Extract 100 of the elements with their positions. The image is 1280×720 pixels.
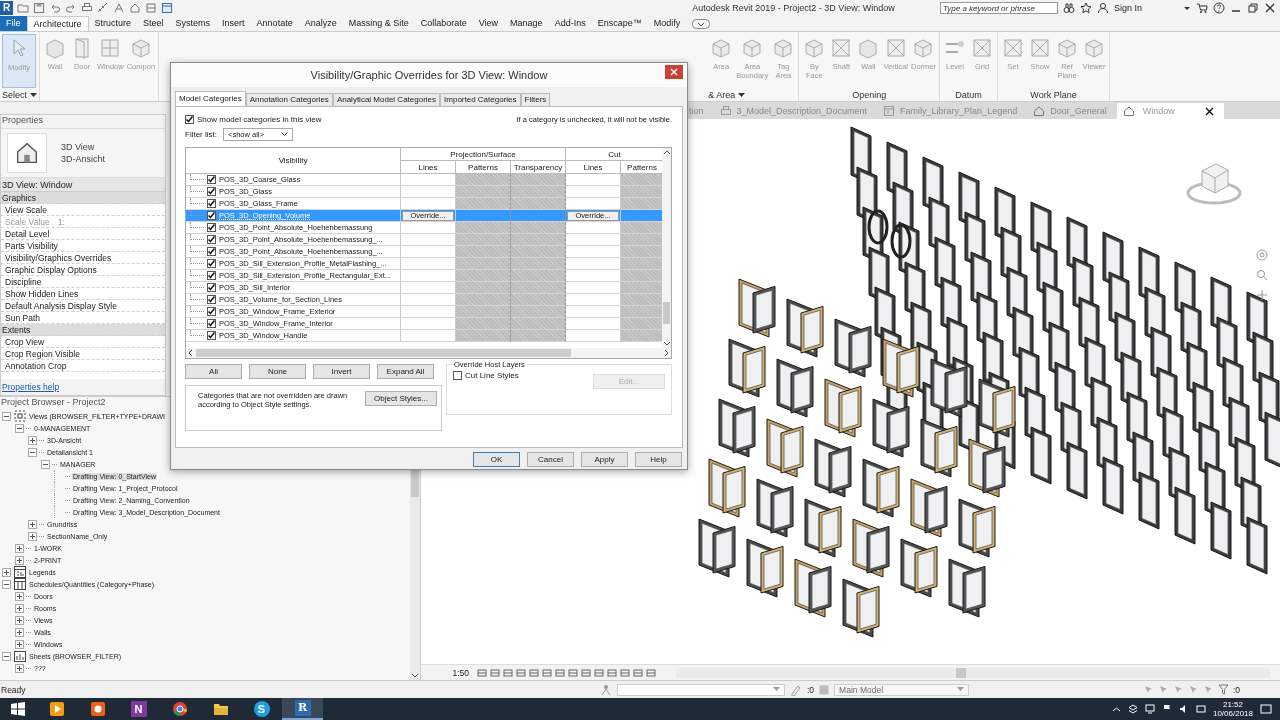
help-icon[interactable] — [1213, 2, 1225, 14]
expand-toggle[interactable] — [28, 447, 37, 457]
app-icon[interactable]: N — [130, 701, 147, 717]
view-scale[interactable]: 1:50 — [421, 667, 477, 678]
checkbox[interactable] — [207, 283, 216, 292]
view-control-icon[interactable] — [581, 667, 591, 678]
redo-icon[interactable] — [65, 2, 77, 14]
dialog-tab[interactable]: Filters — [520, 93, 551, 106]
scrollbar[interactable] — [676, 667, 1270, 678]
filter-icon[interactable] — [1217, 684, 1229, 695]
scrollbar[interactable] — [662, 148, 671, 348]
view-control-icon[interactable] — [568, 667, 578, 678]
checkbox[interactable] — [207, 247, 216, 256]
button[interactable]: Apply — [581, 452, 628, 467]
view-control-icon[interactable] — [477, 667, 487, 678]
pan-icon[interactable] — [1256, 289, 1268, 301]
column-header[interactable]: Lines — [401, 161, 456, 174]
scroll-thumb[interactable] — [663, 302, 670, 324]
ribbon-tab[interactable]: Add-Ins — [548, 16, 592, 31]
scroll-thumb[interactable] — [196, 349, 571, 357]
dropbox-icon[interactable] — [1127, 704, 1138, 714]
checkbox[interactable] — [453, 371, 462, 380]
view-control-icon[interactable] — [646, 667, 656, 678]
print-icon[interactable] — [81, 2, 93, 14]
checkbox[interactable] — [207, 199, 216, 208]
view-control-icon[interactable] — [594, 667, 604, 678]
recorder-icon[interactable] — [89, 701, 106, 717]
measure-icon[interactable] — [97, 2, 109, 14]
expand-toggle[interactable] — [15, 423, 24, 433]
ribbon-tab[interactable]: Annotate — [250, 16, 299, 31]
expand-toggle[interactable] — [2, 411, 11, 421]
view-control-icon[interactable] — [555, 667, 565, 678]
ribbon-tab[interactable]: Structure — [88, 16, 138, 31]
scroll-thumb[interactable] — [411, 469, 419, 497]
checkbox[interactable] — [185, 114, 194, 124]
checkbox[interactable] — [207, 307, 216, 316]
scroll-thumb[interactable] — [956, 667, 966, 678]
binoculars-icon[interactable] — [1062, 2, 1075, 14]
button[interactable]: OK — [473, 452, 520, 467]
view-control-icon[interactable] — [516, 667, 526, 678]
checkbox[interactable] — [207, 319, 216, 328]
expand-toggle[interactable] — [15, 615, 24, 625]
ribbon-tab[interactable]: Insert — [216, 16, 251, 31]
ribbon-tab[interactable]: Modify — [647, 16, 687, 31]
folder-icon[interactable] — [212, 701, 229, 717]
checkbox[interactable] — [207, 211, 216, 220]
button[interactable]: Cancel — [527, 452, 574, 467]
house-icon[interactable] — [129, 2, 141, 14]
text-icon[interactable] — [113, 2, 125, 14]
column-header[interactable]: Lines — [566, 161, 621, 174]
network-icon[interactable] — [1144, 704, 1155, 714]
ribbon-panel-title[interactable]: & Area — [708, 88, 797, 101]
ribbon-tab[interactable]: File — [0, 16, 27, 31]
column-header[interactable]: Transparency — [511, 161, 566, 174]
ribbon-tab[interactable]: Analyze — [298, 16, 343, 31]
scrollbar[interactable] — [186, 348, 671, 358]
window-switch-icon[interactable] — [161, 2, 173, 14]
view-control-icon[interactable] — [607, 667, 617, 678]
view-control-icon[interactable] — [529, 667, 539, 678]
save-icon[interactable] — [33, 2, 45, 14]
button[interactable]: None — [249, 364, 306, 379]
button[interactable]: All — [185, 364, 242, 379]
expand-toggle[interactable] — [15, 627, 24, 637]
sign-in-link[interactable]: Sign In — [1113, 3, 1142, 13]
checkbox[interactable] — [207, 235, 216, 244]
cart-icon[interactable] — [1196, 2, 1208, 14]
property-group[interactable]: Extents — [1, 323, 165, 336]
expand-toggle[interactable] — [28, 531, 37, 541]
expand-toggle[interactable] — [28, 435, 37, 445]
keyboard-icon[interactable] — [1195, 704, 1206, 714]
checkbox[interactable] — [207, 187, 216, 196]
dialog-tab[interactable]: Imported Categories — [440, 93, 521, 106]
dialog-tab[interactable]: Analytical Model Categories — [332, 93, 441, 106]
expand-toggle[interactable] — [2, 567, 11, 577]
help-link[interactable]: Properties help — [1, 379, 165, 395]
checkbox[interactable] — [207, 223, 216, 232]
expand-toggle[interactable] — [41, 459, 50, 469]
ribbon-tab[interactable]: Manage — [504, 16, 549, 31]
expand-toggle[interactable] — [28, 519, 37, 529]
view-control-icon[interactable] — [620, 667, 630, 678]
ribbon-tab[interactable]: Steel — [137, 16, 170, 31]
ribbon-panel-title[interactable]: Opening — [801, 88, 937, 101]
restore-icon[interactable] — [1247, 2, 1259, 14]
scrollbar[interactable] — [410, 469, 420, 680]
checkbox[interactable] — [207, 295, 216, 304]
panel-toggle-icon[interactable] — [692, 18, 711, 29]
player-icon[interactable] — [48, 701, 65, 717]
notification-icon[interactable] — [1260, 703, 1272, 715]
app-logo[interactable]: R — [0, 1, 13, 15]
undo-icon[interactable] — [49, 2, 61, 14]
button[interactable]: Expand All — [377, 364, 434, 379]
ribbon-panel-title[interactable]: Datum — [942, 88, 995, 101]
expand-toggle[interactable] — [15, 543, 24, 553]
ribbon-tab[interactable]: View — [472, 16, 505, 31]
dialog-tab[interactable]: Model Categories — [175, 91, 246, 106]
expand-toggle[interactable] — [15, 555, 24, 565]
button[interactable]: Invert — [313, 364, 370, 379]
close-icon[interactable] — [1264, 2, 1276, 14]
chevron-up-icon[interactable] — [1111, 704, 1121, 714]
clock-date[interactable]: 10/06/2018 — [1212, 709, 1253, 718]
